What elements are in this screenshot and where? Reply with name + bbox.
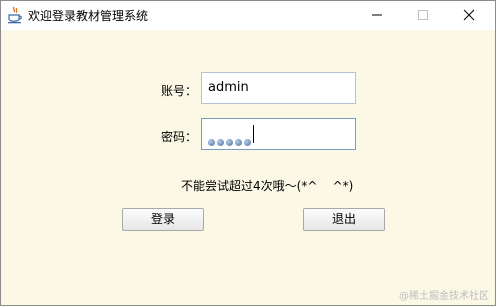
window-title: 欢迎登录教材管理系统 bbox=[28, 9, 149, 23]
password-dot bbox=[226, 139, 233, 146]
password-dot bbox=[217, 139, 224, 146]
minimize-button[interactable] bbox=[354, 1, 400, 30]
password-dot bbox=[208, 139, 215, 146]
title-bar[interactable]: 欢迎登录教材管理系统 bbox=[1, 1, 495, 30]
username-field[interactable]: admin bbox=[201, 72, 356, 104]
password-dot bbox=[244, 139, 251, 146]
password-mask bbox=[208, 128, 253, 146]
attempt-warning-message: 不能尝试超过4次哦～(*^ ^*) bbox=[181, 179, 354, 193]
password-dot bbox=[235, 139, 242, 146]
minimize-icon bbox=[372, 14, 382, 16]
close-button[interactable] bbox=[446, 1, 492, 30]
watermark: @稀土掘金技术社区 bbox=[399, 291, 489, 302]
login-button[interactable]: 登录 bbox=[122, 208, 204, 231]
password-field[interactable] bbox=[201, 118, 356, 150]
java-cup-icon bbox=[7, 6, 23, 24]
password-label: 密码： bbox=[161, 130, 198, 144]
close-icon bbox=[463, 9, 475, 21]
maximize-icon bbox=[418, 10, 428, 20]
exit-button[interactable]: 退出 bbox=[303, 208, 385, 231]
username-label: 账号： bbox=[161, 84, 198, 98]
login-window: 欢迎登录教材管理系统 账号： admin 密码： 不能尝试超过4次哦～(*^ ^… bbox=[0, 0, 496, 306]
maximize-button[interactable] bbox=[400, 1, 446, 30]
text-caret bbox=[253, 125, 254, 143]
